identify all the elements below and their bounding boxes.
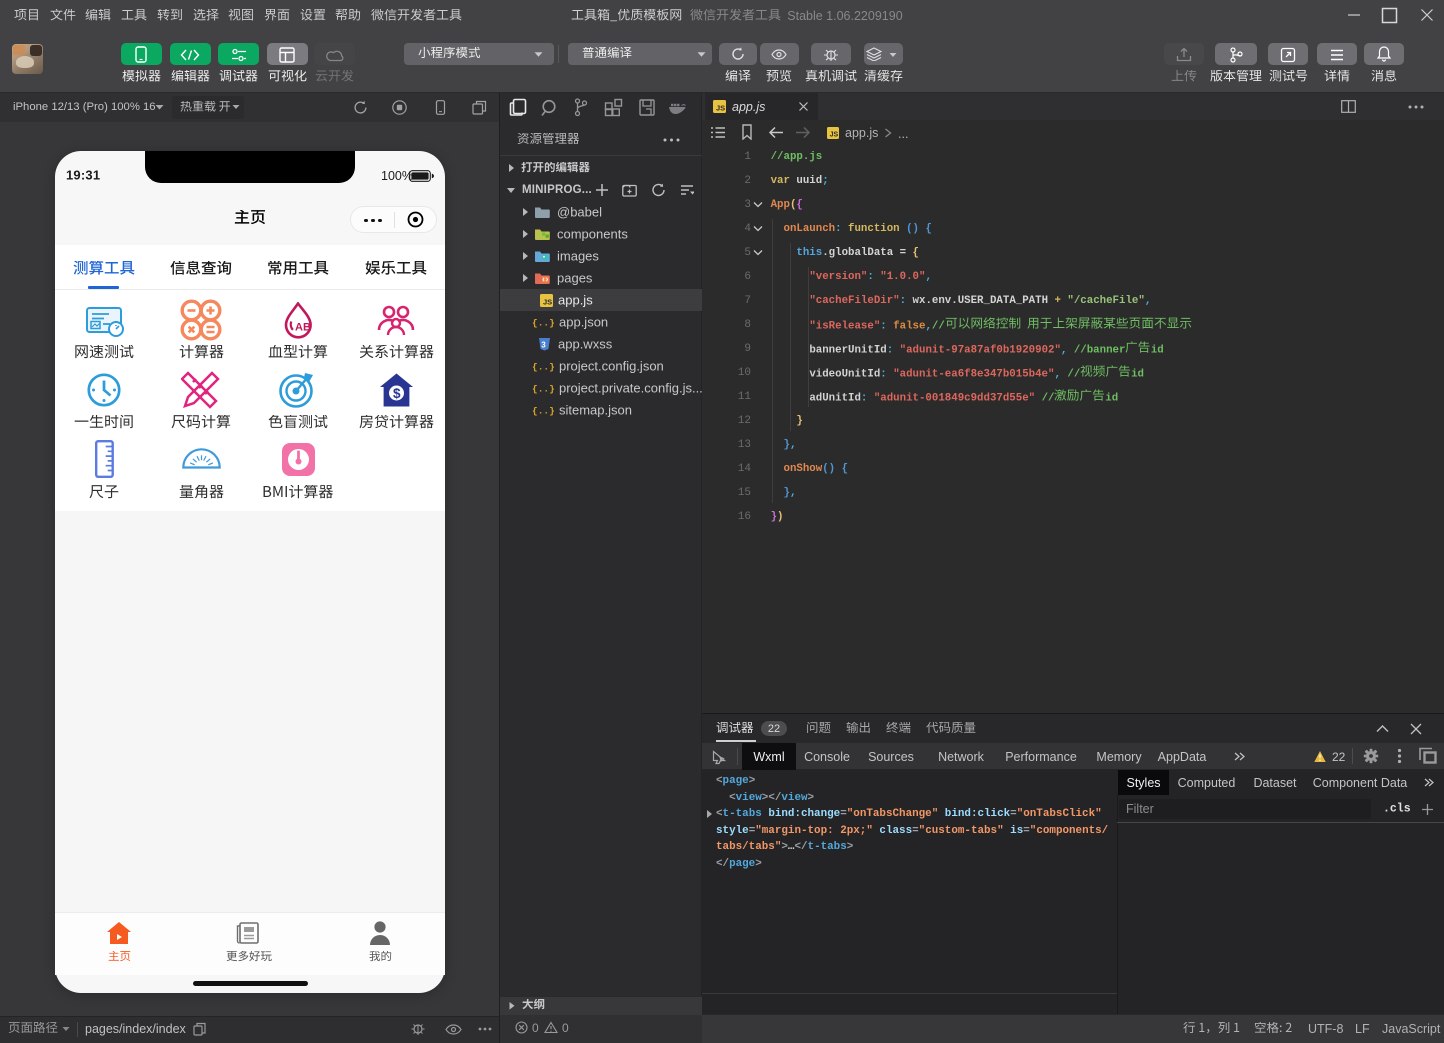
svg-text:{..}: {..}: [532, 362, 554, 373]
svg-text:{..}: {..}: [532, 406, 554, 417]
svg-text:AB: AB: [295, 321, 311, 333]
svg-text:{..}: {..}: [532, 384, 554, 395]
svg-text:{..}: {..}: [532, 318, 554, 329]
svg-text:JS: JS: [830, 132, 839, 139]
svg-text:3: 3: [541, 341, 546, 350]
svg-text:JS: JS: [716, 104, 725, 113]
svg-text:$: $: [393, 386, 401, 401]
svg-text:JS: JS: [543, 298, 552, 307]
